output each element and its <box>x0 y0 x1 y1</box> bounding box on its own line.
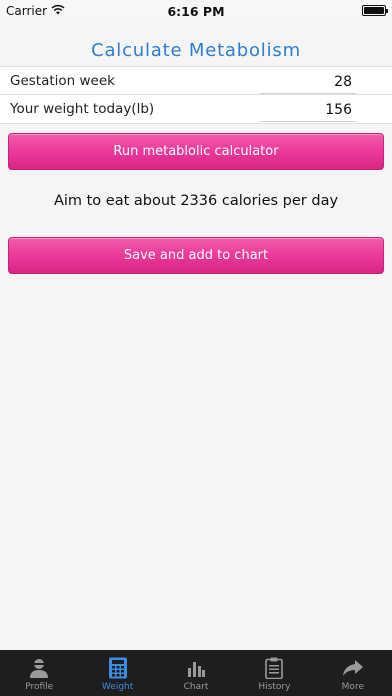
tab-label: Chart <box>183 682 209 692</box>
bar-chart-icon <box>184 656 208 680</box>
tab-chart[interactable]: Chart <box>157 650 235 696</box>
weight-row: Your weight today(lb) <box>0 95 392 124</box>
tab-label: Profile <box>25 682 54 692</box>
share-arrow-icon <box>341 656 365 680</box>
calorie-result: Aim to eat about 2336 calories per day <box>53 193 339 209</box>
save-add-to-chart-button[interactable]: Save and add to chart <box>8 237 384 274</box>
tab-history[interactable]: History <box>235 650 313 696</box>
clipboard-icon <box>262 656 286 680</box>
status-bar: Carrier 6:16 PM <box>0 0 392 22</box>
run-calculator-button[interactable]: Run metablolic calculator <box>8 133 384 170</box>
weight-label: Your weight today(lb) <box>10 101 155 117</box>
battery-icon <box>362 5 388 16</box>
tab-bar: Profile Weight Chart History More <box>0 650 392 696</box>
screen: Carrier 6:16 PM Calculate Metabolism Ges… <box>0 0 392 696</box>
gestation-week-label: Gestation week <box>10 72 115 89</box>
page-title: Calculate Metabolism <box>91 40 301 61</box>
tab-weight[interactable]: Weight <box>78 650 156 696</box>
gestation-week-row: Gestation week <box>0 66 392 95</box>
calculator-icon <box>106 656 130 680</box>
metabolism-form: Gestation week Your weight today(lb) <box>0 66 392 124</box>
status-time: 6:16 PM <box>167 4 225 19</box>
tab-label: Weight <box>101 682 134 692</box>
tab-more[interactable]: More <box>314 650 392 696</box>
tab-label: More <box>341 682 364 692</box>
tab-label: History <box>258 682 291 692</box>
profile-icon <box>27 656 51 680</box>
gestation-week-field[interactable] <box>260 70 356 94</box>
tab-profile[interactable]: Profile <box>0 650 78 696</box>
weight-field[interactable] <box>260 98 356 122</box>
